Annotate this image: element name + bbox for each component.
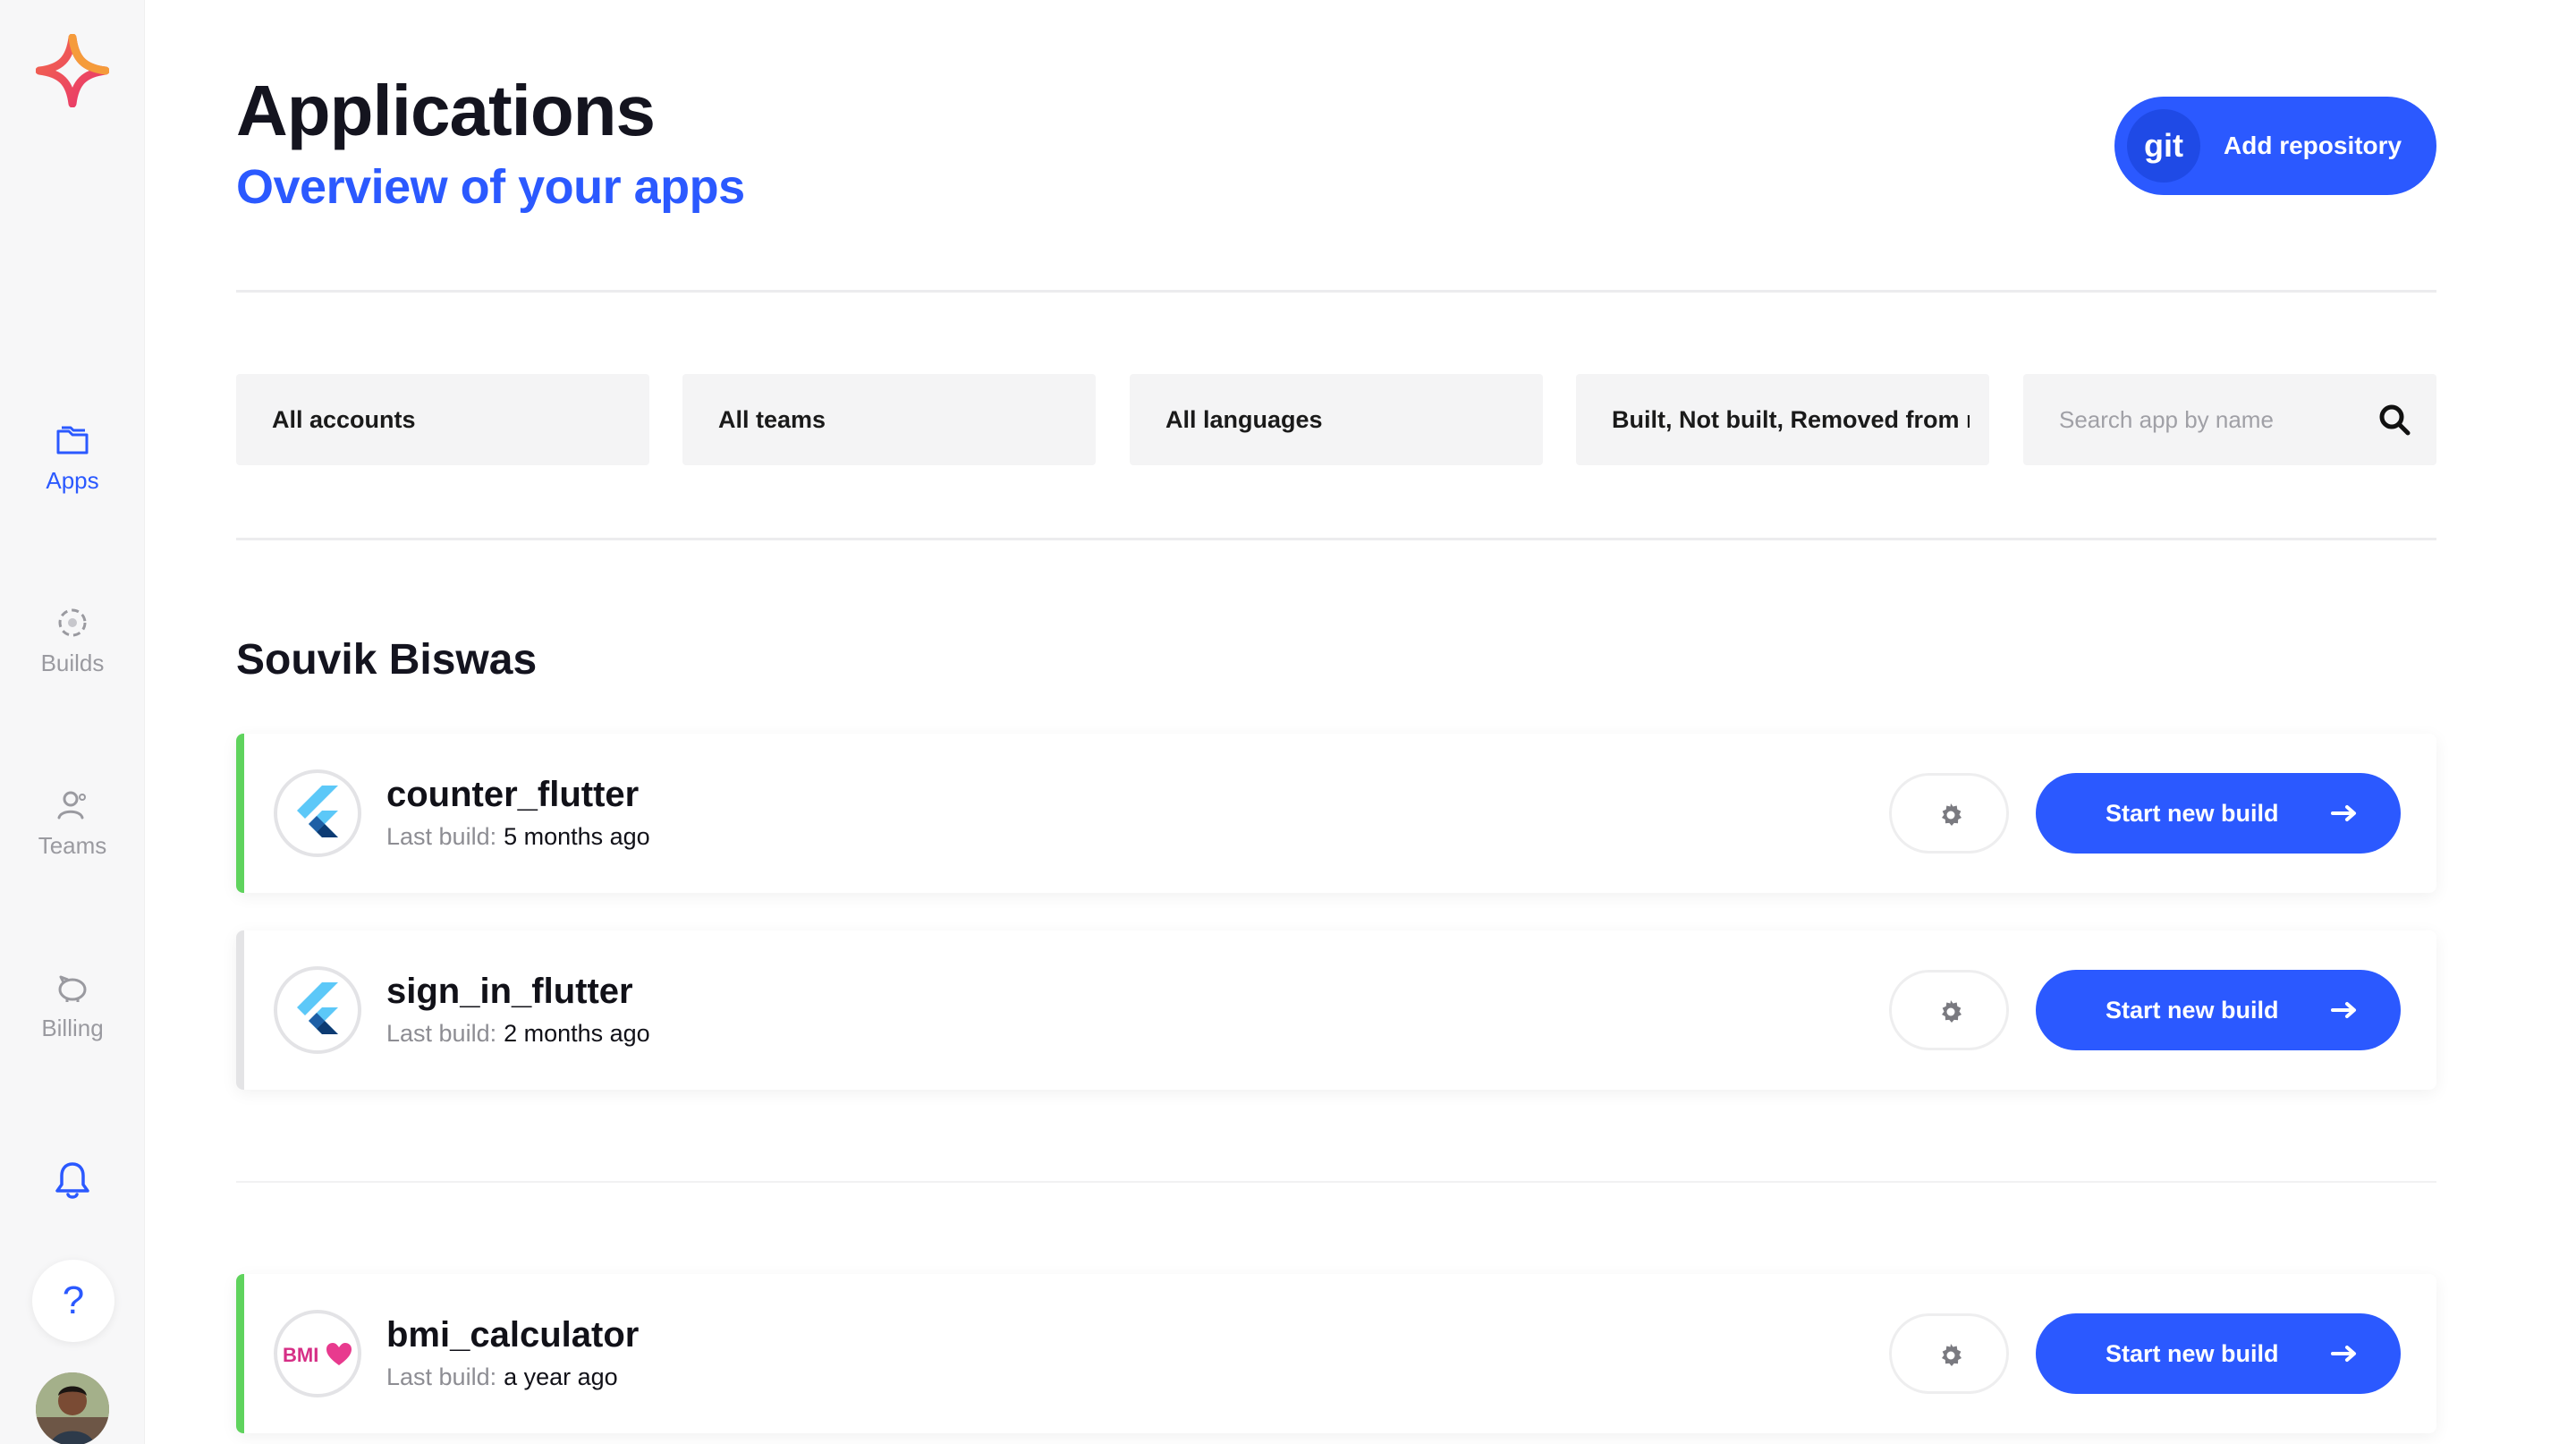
- page-title: Applications: [236, 71, 656, 150]
- last-build-value: 2 months ago: [504, 1020, 650, 1047]
- bmi-heart-logo-icon: BMI: [274, 1310, 361, 1397]
- start-new-build-button[interactable]: Start new build: [2036, 970, 2401, 1050]
- teams-filter-label: All teams: [718, 406, 826, 433]
- status-stripe: [236, 734, 244, 893]
- app-card-sign-in-flutter[interactable]: sign_in_flutter Last build: 2 months ago …: [236, 930, 2436, 1090]
- app-name[interactable]: bmi_calculator: [386, 1315, 639, 1355]
- languages-filter-label: All languages: [1165, 406, 1323, 433]
- app-settings-button[interactable]: [1889, 1313, 2009, 1394]
- last-build-label: Last build:: [386, 1363, 497, 1390]
- last-build-value: 5 months ago: [504, 823, 650, 850]
- app-card-counter-flutter[interactable]: counter_flutter Last build: 5 months ago …: [236, 734, 2436, 893]
- section-divider: [236, 1181, 2436, 1183]
- user-icon: [53, 786, 92, 825]
- gear-icon: [1942, 803, 1962, 826]
- app-settings-button[interactable]: [1889, 773, 2009, 854]
- arrow-right-icon: [2331, 1002, 2356, 1018]
- owner-heading: Souvik Biswas: [236, 636, 538, 684]
- last-build-label: Last build:: [386, 1020, 497, 1047]
- start-new-build-button[interactable]: Start new build: [2036, 1313, 2401, 1394]
- last-build: Last build: 5 months ago: [386, 823, 650, 851]
- flutter-logo-icon: [274, 966, 361, 1054]
- arrow-right-icon: [2331, 805, 2356, 821]
- last-build-label: Last build:: [386, 823, 497, 850]
- add-repository-button[interactable]: git Add repository: [2114, 97, 2436, 195]
- build-status-filter-label: Built, Not built, Removed from r: [1612, 406, 1970, 433]
- flutter-logo-icon: [274, 769, 361, 857]
- accounts-filter[interactable]: All accounts: [236, 374, 649, 465]
- languages-filter[interactable]: All languages: [1130, 374, 1543, 465]
- build-status-filter[interactable]: Built, Not built, Removed from r: [1576, 374, 1989, 465]
- sidebar-item-teams[interactable]: Teams: [0, 786, 145, 860]
- start-new-build-label: Start new build: [2106, 997, 2279, 1024]
- app-name[interactable]: counter_flutter: [386, 775, 639, 815]
- sidebar-item-billing[interactable]: Billing: [0, 968, 145, 1042]
- filters-divider: [236, 538, 2436, 540]
- last-build: Last build: a year ago: [386, 1363, 618, 1391]
- last-build: Last build: 2 months ago: [386, 1020, 650, 1048]
- folder-icon: [53, 420, 92, 460]
- app-card-bmi-calculator[interactable]: BMI bmi_calculator Last build: a year ago…: [236, 1274, 2436, 1433]
- app-settings-button[interactable]: [1889, 970, 2009, 1050]
- bmi-logo-text: BMI: [283, 1344, 319, 1366]
- status-stripe: [236, 930, 244, 1090]
- page-subtitle: Overview of your apps: [236, 160, 745, 214]
- status-stripe: [236, 1274, 244, 1433]
- builds-icon: [53, 603, 92, 642]
- add-repository-label: Add repository: [2224, 132, 2402, 159]
- help-button[interactable]: ?: [32, 1260, 114, 1342]
- sidebar-item-label: Billing: [41, 1015, 104, 1041]
- start-new-build-label: Start new build: [2106, 1340, 2279, 1367]
- sidebar-item-label: Teams: [38, 832, 107, 859]
- piggy-bank-icon: [53, 968, 92, 1007]
- arrow-right-icon: [2331, 1346, 2356, 1362]
- start-new-build-label: Start new build: [2106, 800, 2279, 827]
- bell-icon[interactable]: [54, 1159, 91, 1201]
- sidebar-item-builds[interactable]: Builds: [0, 603, 145, 677]
- accounts-filter-label: All accounts: [272, 406, 416, 433]
- app-name[interactable]: sign_in_flutter: [386, 972, 633, 1012]
- sidebar-item-label: Builds: [40, 650, 105, 676]
- search-input[interactable]: [2023, 374, 2363, 465]
- logo-icon[interactable]: [35, 33, 110, 108]
- last-build-value: a year ago: [504, 1363, 618, 1390]
- search-icon[interactable]: [2377, 403, 2411, 437]
- gear-icon: [1942, 1344, 1962, 1366]
- gear-icon: [1942, 1000, 1962, 1023]
- sidebar-item-label: Apps: [46, 467, 99, 494]
- sidebar: Apps Builds Teams Billing ?: [0, 0, 145, 1444]
- header-divider: [236, 290, 2436, 293]
- search-box: [2023, 374, 2436, 465]
- teams-filter[interactable]: All teams: [682, 374, 1096, 465]
- sidebar-item-apps[interactable]: Apps: [0, 420, 145, 495]
- git-icon: git: [2127, 109, 2200, 183]
- avatar[interactable]: [36, 1372, 109, 1444]
- start-new-build-button[interactable]: Start new build: [2036, 773, 2401, 854]
